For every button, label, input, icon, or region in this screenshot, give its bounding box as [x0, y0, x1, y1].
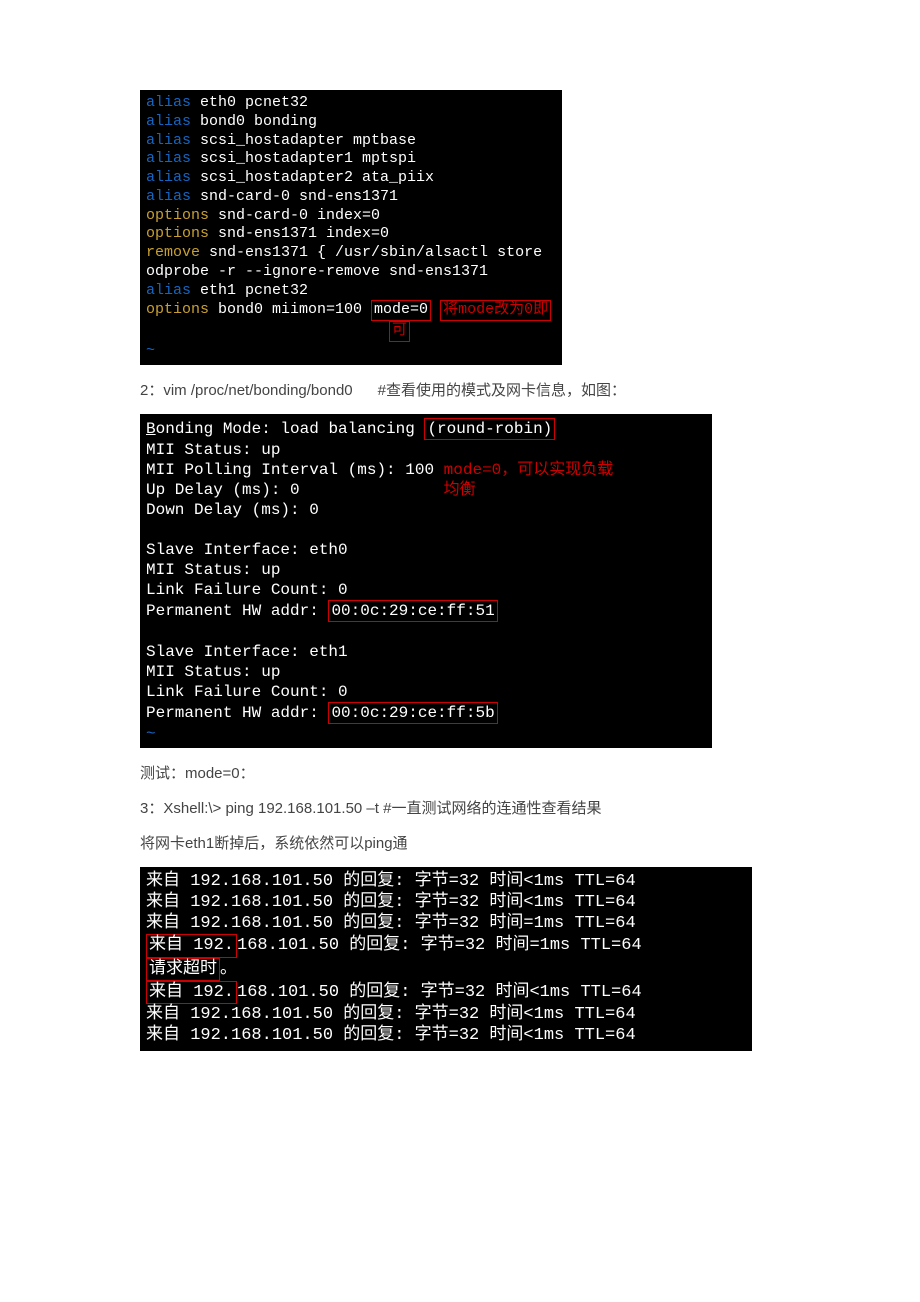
terminal-modprobe-conf: alias eth0 pcnet32alias bond0 bondingali… [140, 90, 562, 365]
step2-comment: #查看使用的模式及网卡信息，如图： [378, 382, 626, 399]
terminal-ping-output: 来自 192.168.101.50 的回复: 字节=32 时间<1ms TTL=… [140, 867, 752, 1051]
step2-cmd: 2：vim /proc/net/bonding/bond0 [140, 382, 353, 399]
caption-test-mode: 测试：mode=0： [140, 762, 780, 783]
document-page: alias eth0 pcnet32alias bond0 bondingali… [0, 0, 920, 1111]
caption-step-2: 2：vim /proc/net/bonding/bond0 #查看使用的模式及网… [140, 379, 780, 400]
terminal-bonding-status: Bonding Mode: load balancing (round-robi… [140, 414, 712, 748]
caption-eth1-down: 将网卡eth1断掉后，系统依然可以ping通 [140, 832, 780, 853]
caption-step-3: 3：Xshell:\> ping 192.168.101.50 –t #一直测试… [140, 797, 780, 818]
